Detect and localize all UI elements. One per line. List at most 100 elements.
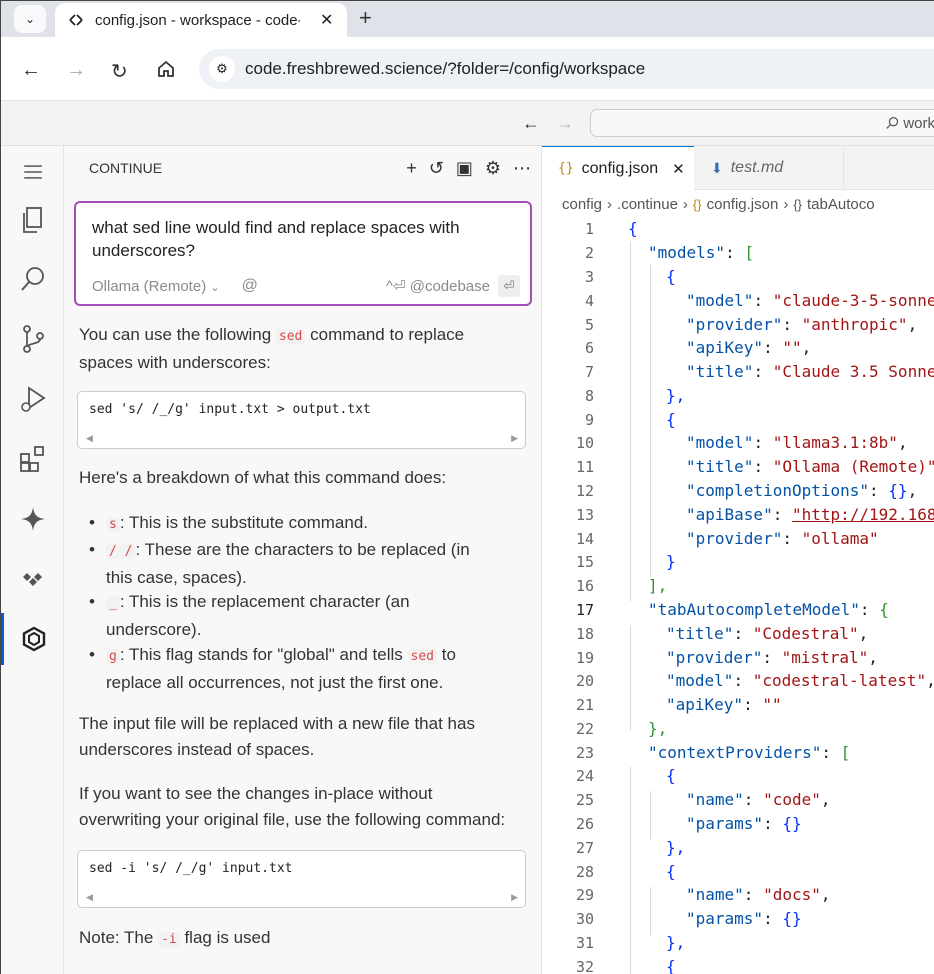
line-number: 5 (584, 316, 594, 334)
json-file-icon: {} (558, 161, 574, 176)
response-paragraph: The input file will be replaced with a n… (79, 714, 475, 759)
code-line: ], (648, 576, 668, 595)
codebase-hint[interactable]: ^⏎ @codebase (386, 277, 490, 295)
enter-icon[interactable]: ⏎ (498, 275, 520, 297)
line-number: 12 (575, 482, 594, 500)
question-text[interactable]: what sed line would find and replace spa… (92, 216, 502, 262)
code-block[interactable]: sed 's/ /_/g' input.txt > output.txt ◀ ▶ (77, 391, 526, 449)
code-line: "name": "docs", (686, 885, 831, 904)
new-tab-button[interactable]: + (359, 5, 372, 31)
line-number: 29 (575, 886, 594, 904)
reload-icon[interactable]: ↻ (111, 59, 128, 84)
code-line: "apiBase": "http://192.168 (686, 505, 934, 524)
remote-icon[interactable] (1, 553, 64, 605)
tab-test-md[interactable]: ⬇ test.md (694, 146, 844, 190)
menu-icon[interactable] (1, 146, 64, 198)
line-number: 9 (584, 411, 594, 429)
horizontal-scrollbar[interactable]: ◀ ▶ (86, 433, 518, 443)
code-line: "models": [ (648, 243, 754, 262)
forward-arrow-icon[interactable]: → (556, 113, 574, 134)
run-debug-icon[interactable] (1, 373, 64, 425)
vscode-title-bar: ← → work (1, 101, 934, 146)
code-line: "name": "code", (686, 790, 831, 809)
sidebar-header: CONTINUE + ↺ ▣ ⚙ ⋯ (64, 146, 541, 190)
code-line: "contextProviders": [ (648, 743, 851, 762)
code-line: } (666, 552, 676, 571)
search-icon[interactable] (1, 253, 64, 305)
response-paragraph: If you want to see the changes in-place … (79, 784, 506, 829)
tab-title: config.json - workspace - code- (95, 11, 300, 29)
source-control-icon[interactable] (1, 313, 64, 365)
code-line: "title": "Codestral", (666, 624, 869, 643)
line-number: 20 (575, 672, 594, 690)
site-settings-icon[interactable]: ⚙ (209, 56, 235, 82)
editor-tabs: {} config.json ✕ ⬇ test.md (542, 146, 934, 190)
line-number: 30 (575, 910, 594, 928)
response-paragraph: You can use the following sed command to… (79, 325, 465, 372)
code-line: { (666, 766, 676, 785)
explorer-icon[interactable] (1, 194, 64, 246)
tab-config-json[interactable]: {} config.json ✕ (542, 146, 694, 190)
extensions-icon[interactable] (1, 433, 64, 485)
inline-code: sed (275, 329, 306, 344)
breadcrumb-item[interactable]: config (562, 196, 602, 213)
line-number: 14 (575, 530, 594, 548)
code-line: "params": {} (686, 814, 802, 833)
code-text: sed 's/ /_/g' input.txt > output.txt (89, 402, 371, 417)
sparkle-icon[interactable] (1, 493, 64, 545)
back-arrow-icon[interactable]: ← (522, 113, 540, 134)
line-number: 11 (575, 458, 594, 476)
code-line: }, (648, 719, 668, 738)
home-icon[interactable] (156, 59, 176, 85)
new-session-icon[interactable]: + (406, 158, 417, 179)
code-line: "title": "Ollama (Remote)" (686, 457, 934, 476)
line-number: 22 (575, 720, 594, 738)
markdown-file-icon: ⬇ (711, 159, 723, 176)
line-number: 13 (575, 506, 594, 524)
more-icon[interactable]: ⋯ (513, 158, 531, 179)
line-number: 32 (575, 958, 594, 974)
activity-bar (1, 146, 64, 974)
line-number: 21 (575, 696, 594, 714)
search-icon (886, 117, 899, 129)
code-line: "provider": "anthropic", (686, 315, 918, 334)
chevron-right-icon: › (682, 195, 688, 213)
forward-arrow-icon[interactable]: → (66, 59, 86, 82)
close-icon[interactable]: ✕ (320, 10, 333, 30)
code-server-icon (69, 14, 83, 26)
line-number: 25 (575, 791, 594, 809)
line-number: 26 (575, 815, 594, 833)
url-bar[interactable]: ⚙ code.freshbrewed.science/?folder=/conf… (199, 49, 934, 89)
code-line: { (628, 219, 638, 238)
browser-tab[interactable]: config.json - workspace - code- ✕ (55, 3, 347, 37)
back-arrow-icon[interactable]: ← (21, 59, 41, 82)
at-mention-button[interactable]: @ (242, 277, 258, 295)
code-line: "title": "Claude 3.5 Sonne (686, 362, 934, 381)
history-icon[interactable]: ↺ (429, 158, 444, 179)
code-line: "params": {} (686, 909, 802, 928)
url-text: code.freshbrewed.science/?folder=/config… (245, 59, 646, 78)
breadcrumb-item[interactable]: tabAutoco (807, 196, 875, 213)
model-selector[interactable]: Ollama (Remote) ⌄ (92, 278, 220, 295)
code-block[interactable]: sed -i 's/ /_/g' input.txt ◀ ▶ (77, 850, 526, 908)
code-line: "provider": "mistral", (666, 648, 878, 667)
command-center[interactable]: work (590, 109, 934, 137)
chat-input[interactable]: what sed line would find and replace spa… (74, 201, 532, 306)
breadcrumb-item[interactable]: config.json (707, 196, 779, 213)
code-line: "completionOptions": {}, (686, 481, 918, 500)
code-line: "model": "llama3.1:8b", (686, 433, 908, 452)
code-line: "tabAutocompleteModel": { (648, 600, 889, 619)
horizontal-scrollbar[interactable]: ◀ ▶ (86, 892, 518, 902)
continue-icon[interactable] (1, 613, 64, 665)
breadcrumb-item[interactable]: .continue (617, 196, 678, 213)
chevron-right-icon: › (783, 195, 789, 213)
line-number: 15 (575, 553, 594, 571)
line-number: 6 (584, 339, 594, 357)
code-line: { (666, 267, 676, 286)
settings-gear-icon[interactable]: ⚙ (485, 158, 501, 179)
close-icon[interactable]: ✕ (672, 160, 685, 178)
line-number: 28 (575, 863, 594, 881)
tab-search-button[interactable]: ⌄ (14, 5, 46, 33)
list-item: s: This is the substitute command. (89, 510, 506, 538)
fullscreen-icon[interactable]: ▣ (456, 158, 473, 179)
